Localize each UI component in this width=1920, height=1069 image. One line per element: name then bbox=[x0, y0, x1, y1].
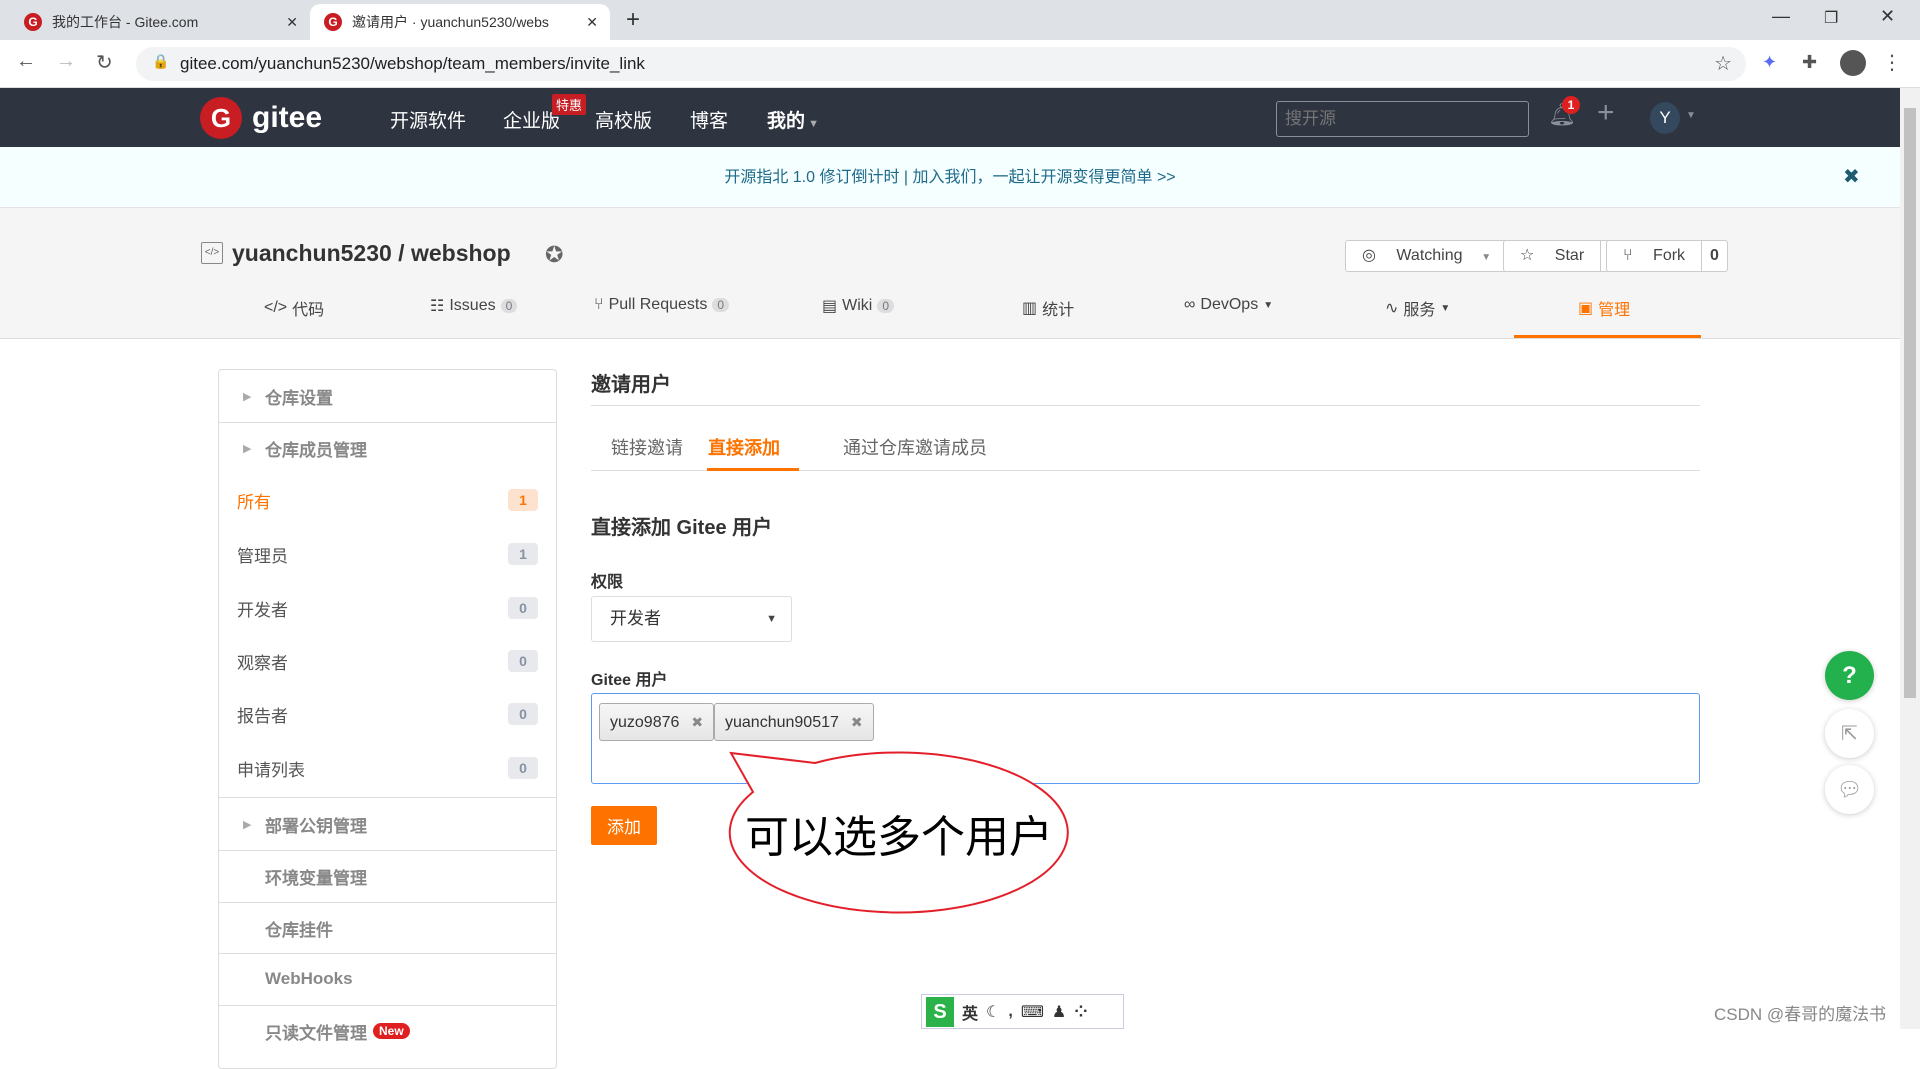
ime-toolbar[interactable]: S 英 ☾ , ⌨ ♟ ⁘ bbox=[921, 994, 1124, 1029]
scrollbar[interactable] bbox=[1900, 88, 1920, 1029]
comment-icon[interactable]: 💬︎ bbox=[1825, 765, 1874, 814]
keyboard-icon: ⌨ bbox=[1020, 1003, 1044, 1021]
ime-language[interactable]: 英 bbox=[962, 1000, 978, 1024]
callout-text: 可以选多个用户 bbox=[745, 812, 1053, 863]
help-button[interactable]: ? bbox=[1825, 651, 1874, 700]
moon-icon: ☾ bbox=[986, 1003, 1001, 1021]
grid-icon: ⁘ bbox=[1074, 1003, 1088, 1021]
watermark: CSDN @春哥的魔法书 bbox=[1714, 1005, 1887, 1024]
punctuation-icon: , bbox=[1008, 1002, 1013, 1020]
share-icon[interactable]: ⇱ bbox=[1825, 709, 1874, 758]
sogou-logo-icon: S bbox=[926, 996, 954, 1027]
user-icon: ♟ bbox=[1051, 1003, 1067, 1021]
scrollbar-thumb[interactable] bbox=[1904, 108, 1916, 698]
annotation-callout: 可以选多个用户 bbox=[728, 751, 1069, 914]
